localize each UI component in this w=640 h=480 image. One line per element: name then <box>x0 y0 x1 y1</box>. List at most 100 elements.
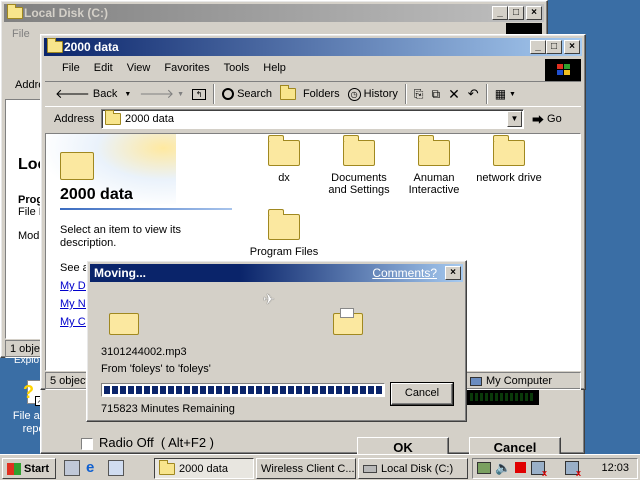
outlook-express-icon[interactable] <box>108 460 124 476</box>
comments-link[interactable]: Comments? <box>372 264 437 282</box>
radio-off-label: Radio Off ( Alt+F2 ) <box>99 435 215 450</box>
menu-file[interactable]: File <box>5 25 37 45</box>
move-to-button[interactable]: ⎘ <box>410 83 428 105</box>
copy-to-icon: ⧉ <box>431 86 441 101</box>
history-button[interactable]: ◷ History <box>344 83 402 105</box>
quicklaunch: e <box>64 460 124 476</box>
chevron-down-icon: ▼ <box>509 90 516 98</box>
moving-dialog-title: Moving... <box>94 266 146 280</box>
address-dropdown-button[interactable]: ▼ <box>507 111 522 127</box>
minimize-button[interactable]: _ <box>492 6 508 20</box>
status-location: My Computer <box>465 372 581 390</box>
explorer-titlebar[interactable]: 2000 data _ □ × <box>44 38 582 56</box>
menu-help[interactable]: Help <box>256 59 293 79</box>
folders-button[interactable]: Folders <box>276 83 344 105</box>
local-disk-titlebar[interactable]: Local Disk (C:) _ □ × <box>4 4 544 22</box>
history-icon: ◷ <box>347 87 361 101</box>
folder-icon <box>268 135 300 166</box>
close-button[interactable]: × <box>445 266 461 280</box>
folder-icon <box>493 135 525 166</box>
flying-paper-icon: ✈ <box>263 291 275 307</box>
moving-cancel-button[interactable]: Cancel <box>390 382 454 406</box>
disconnected-network-icon-2[interactable]: x <box>565 461 581 478</box>
undo-icon: ↶ <box>467 86 479 101</box>
folders-label: Folders <box>302 88 340 100</box>
up-folder-button[interactable]: ↰ <box>188 83 210 105</box>
moving-dialog-titlebar[interactable]: Moving... Comments? × <box>90 264 463 282</box>
folder-label: Documents and Settings <box>328 172 390 196</box>
panel-title-underline <box>60 208 232 210</box>
local-disk-panel-line: Modi <box>18 230 42 242</box>
close-button[interactable]: × <box>526 6 542 20</box>
folder-label: Anuman Interactive <box>408 172 460 196</box>
up-folder-icon: ↰ <box>192 88 207 100</box>
folder-icon <box>7 4 23 19</box>
internet-explorer-icon[interactable]: e <box>86 460 102 476</box>
taskbar-button-label: 2000 data <box>179 462 228 475</box>
taskbar: Start e 2000 data Wireless Client C... L… <box>0 454 640 480</box>
folder-icon <box>105 110 121 125</box>
folder-item[interactable]: Documents and Settings <box>323 135 395 196</box>
folder-icon <box>343 135 375 166</box>
show-desktop-icon[interactable] <box>64 460 80 476</box>
go-button[interactable]: ⮕ Go <box>528 108 566 130</box>
moving-from-to: From 'foleys' to 'foleys' <box>101 363 211 375</box>
menu-edit[interactable]: Edit <box>87 59 120 79</box>
folders-icon <box>279 85 296 100</box>
go-arrow-icon: ⮕ <box>532 112 545 127</box>
minimize-button[interactable]: _ <box>530 40 546 54</box>
taskbar-button-local-disk[interactable]: Local Disk (C:) <box>358 458 468 479</box>
stop-icon[interactable] <box>515 462 526 473</box>
address-input[interactable]: 2000 data ▼ <box>101 109 524 129</box>
menu-tools[interactable]: Tools <box>217 59 257 79</box>
folder-label: Program Files <box>249 246 319 258</box>
my-computer-icon <box>470 376 482 386</box>
taskbar-button-wireless[interactable]: Wireless Client C... <box>256 458 356 479</box>
menu-favorites[interactable]: Favorites <box>157 59 216 79</box>
disconnected-network-icon[interactable]: x <box>531 461 547 478</box>
copy-to-button[interactable]: ⧉ <box>427 83 444 105</box>
folder-item[interactable]: Anuman Interactive <box>398 135 470 196</box>
address-label: Address <box>54 113 95 125</box>
volume-icon[interactable]: 🔈 <box>495 460 511 476</box>
explorer-addressbar: Address 2000 data ▼ ⮕ Go <box>45 107 581 131</box>
explorer-title: 2000 data <box>64 40 119 54</box>
search-label: Search <box>237 88 272 100</box>
local-disk-title: Local Disk (C:) <box>24 6 109 20</box>
explorer-menubar: File Edit View Favorites Tools Help <box>45 59 581 79</box>
back-button[interactable]: 🡐 Back ▼ <box>45 83 135 105</box>
panel-hint: Select an item to view its description. <box>60 224 182 249</box>
back-label: Back <box>92 88 118 100</box>
forward-button[interactable]: 🡒 ▼ <box>135 83 188 105</box>
windows-logo-icon <box>545 59 581 81</box>
taskbar-button-label: Wireless Client C... <box>261 462 355 475</box>
network-tray-icon[interactable] <box>477 462 491 474</box>
menu-view[interactable]: View <box>120 59 158 79</box>
status-location-label: My Computer <box>486 375 553 387</box>
source-folder-icon <box>109 313 139 335</box>
maximize-button[interactable]: □ <box>508 6 524 20</box>
folder-label: network drive <box>476 172 542 184</box>
maximize-button[interactable]: □ <box>546 40 562 54</box>
delete-button[interactable]: ✕ <box>444 83 464 105</box>
folder-icon <box>268 209 300 240</box>
folder-label: dx <box>278 172 290 184</box>
folder-item[interactable]: dx <box>248 135 320 184</box>
history-label: History <box>363 88 398 100</box>
start-label: Start <box>24 462 50 475</box>
taskbar-button-2000-data[interactable]: 2000 data <box>154 458 254 479</box>
close-button[interactable]: × <box>564 40 580 54</box>
radio-off-checkbox[interactable] <box>81 438 93 450</box>
start-button[interactable]: Start <box>2 458 56 479</box>
views-button[interactable]: ▦ ▼ <box>491 83 520 105</box>
clock[interactable]: 12:03 <box>601 462 629 474</box>
wireless-signal-meter <box>467 389 539 405</box>
forward-arrow-icon: 🡒 <box>139 86 175 101</box>
taskbar-button-label: Local Disk (C:) <box>381 462 454 475</box>
folder-item[interactable]: network drive <box>473 135 545 184</box>
menu-file[interactable]: File <box>55 59 87 79</box>
go-label: Go <box>547 113 562 125</box>
folder-item[interactable]: Program Files <box>248 209 320 258</box>
undo-button[interactable]: ↶ <box>464 83 483 105</box>
search-button[interactable]: Search <box>218 83 276 105</box>
